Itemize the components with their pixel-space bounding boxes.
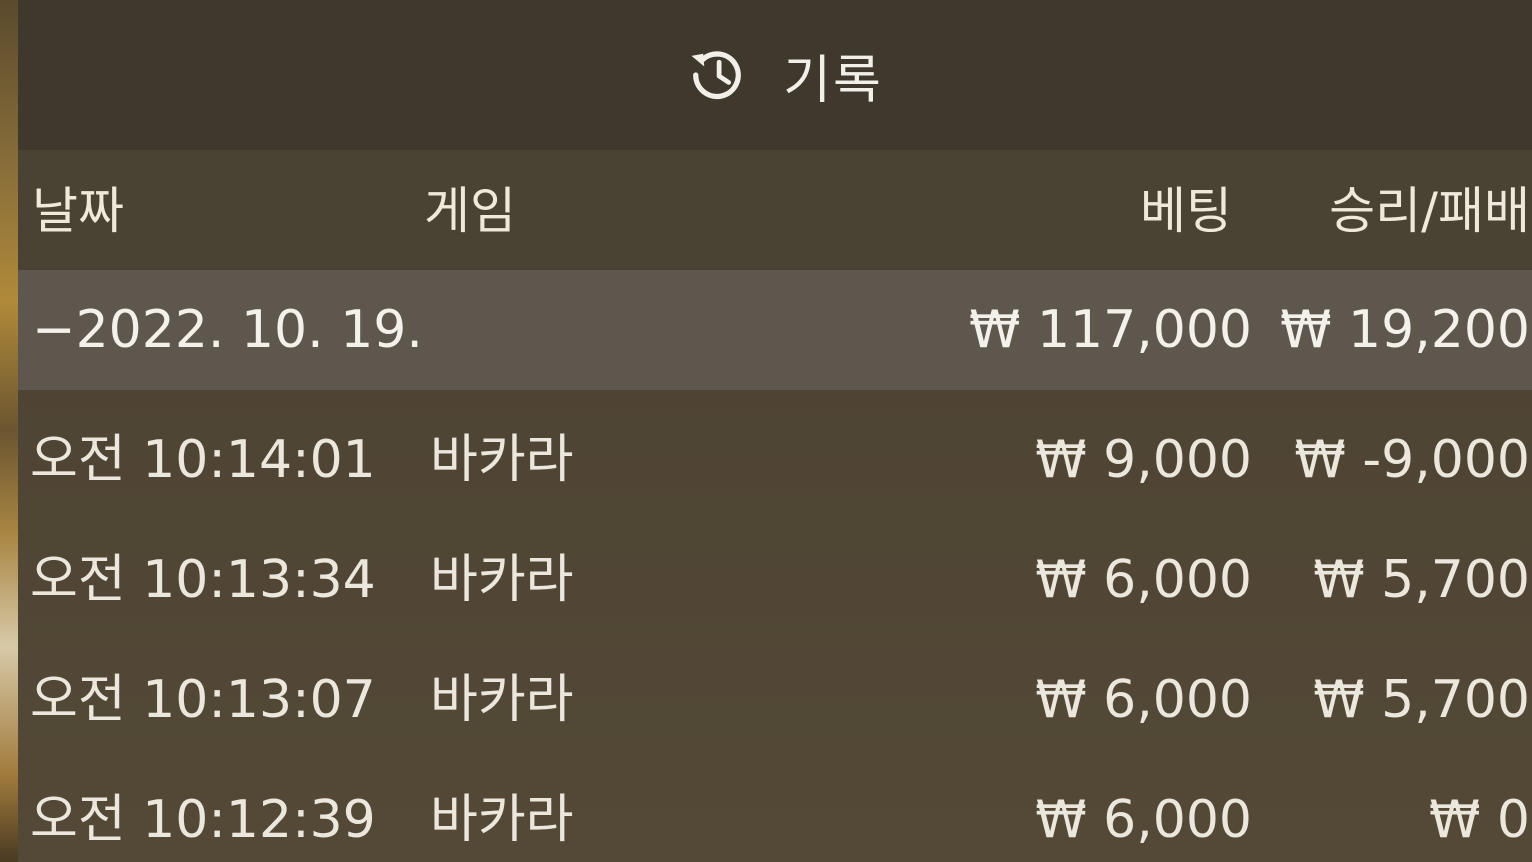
group-date: −2022. 10. 19. [32,300,423,360]
history-icon [691,51,742,100]
table-header: 날짜 게임 베팅 승리/패배 [18,150,1532,270]
row-bet: ₩ 9,000 [1035,430,1252,490]
table-row[interactable]: 오전 10:13:07 바카라 ₩ 6,000 ₩ 5,700 [18,630,1532,750]
row-bet: ₩ 6,000 [1035,550,1252,610]
column-header-bet[interactable]: 베팅 [1140,186,1232,236]
date-group-row[interactable]: −2022. 10. 19. ₩ 117,000 ₩ 19,200 [18,270,1532,390]
table-row[interactable]: 오전 10:14:01 바카라 ₩ 9,000 ₩ -9,000 [18,390,1532,510]
row-win-loss: ₩ 0 [1428,790,1530,850]
game-screen: 기록 날짜 게임 베팅 승리/패배 −2022. 10. 19. ₩ 117,0… [0,0,1532,862]
background-game-table [0,0,18,862]
group-total-win-loss: ₩ 19,200 [1280,300,1530,360]
table-row[interactable]: 오전 10:12:39 바카라 ₩ 6,000 ₩ 0 [18,750,1532,862]
history-title: 기록 [683,38,883,113]
history-title-bar: 기록 [18,0,1532,150]
row-win-loss: ₩ 5,700 [1313,670,1530,730]
table-row[interactable]: 오전 10:13:34 바카라 ₩ 6,000 ₩ 5,700 [18,510,1532,630]
row-time: 오전 10:14:01 [30,430,376,490]
column-header-win-loss[interactable]: 승리/패배 [1329,186,1530,236]
row-game: 바카라 [430,430,574,490]
row-win-loss: ₩ -9,000 [1294,430,1530,490]
column-header-date[interactable]: 날짜 [32,186,124,236]
row-game: 바카라 [430,790,574,850]
row-game: 바카라 [430,550,574,610]
row-time: 오전 10:13:34 [30,550,376,610]
row-bet: ₩ 6,000 [1035,790,1252,850]
group-total-bet: ₩ 117,000 [969,300,1252,360]
row-time: 오전 10:12:39 [30,790,376,850]
row-game: 바카라 [430,670,574,730]
row-time: 오전 10:13:07 [30,670,376,730]
row-win-loss: ₩ 5,700 [1313,550,1530,610]
page-title: 기록 [783,50,883,111]
history-panel: 기록 날짜 게임 베팅 승리/패배 −2022. 10. 19. ₩ 117,0… [18,0,1532,862]
column-header-game[interactable]: 게임 [424,186,516,236]
row-bet: ₩ 6,000 [1035,670,1252,730]
